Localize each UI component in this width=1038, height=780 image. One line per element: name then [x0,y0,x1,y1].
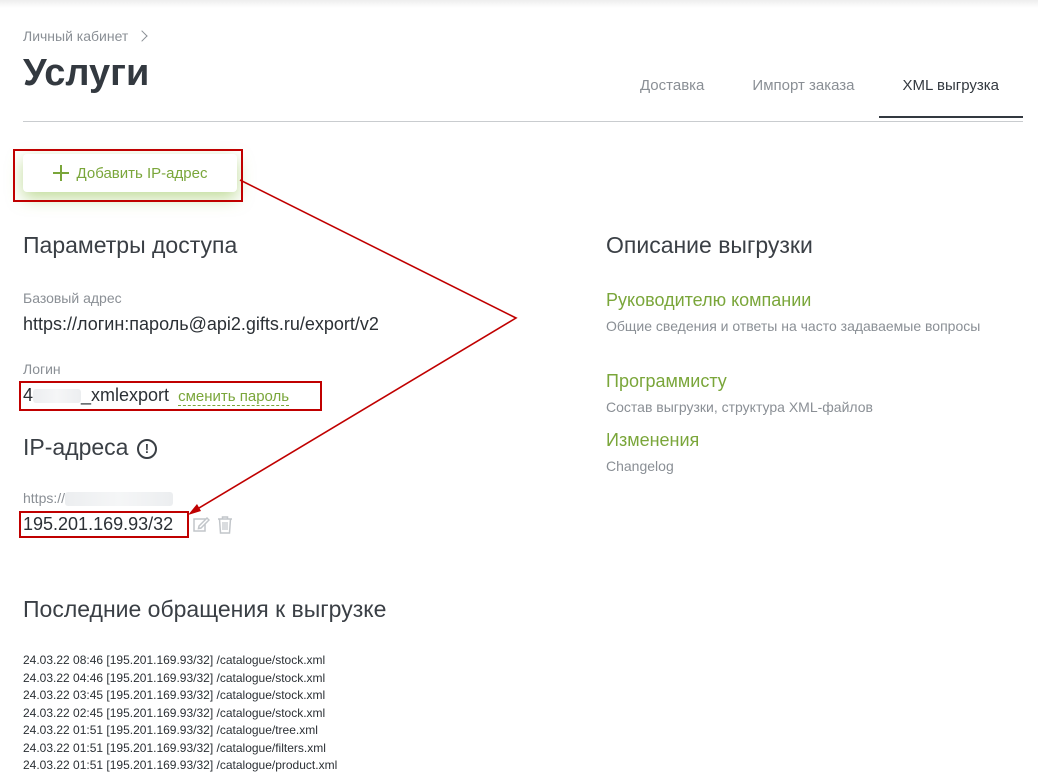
ip-heading: IP-адреса ! [23,434,157,461]
link-changes[interactable]: Изменения [606,430,699,451]
link-programmer[interactable]: Программисту [606,371,727,392]
ip-url: https:// [23,490,174,507]
chevron-right-icon [136,30,148,42]
login-prefix: 4 [23,385,34,405]
add-ip-button-label: Добавить IP-адрес [76,164,208,182]
log-entry: 24.03.22 08:46 [195.201.169.93/32] /cata… [23,653,326,667]
tab-delivery[interactable]: Доставка [616,66,728,118]
ip-heading-label: IP-адреса [23,434,129,460]
base-address-label: Базовый адрес [23,290,122,306]
tab-xml-export[interactable]: XML выгрузка [878,66,1023,118]
link-company-head[interactable]: Руководителю компании [606,290,811,311]
log-entry: 24.03.22 02:45 [195.201.169.93/32] /cata… [23,705,326,720]
programmer-text: Состав выгрузки, структура XML-файлов [606,399,873,415]
access-log: 24.03.22 08:46 [195.201.169.93/32] /cata… [23,652,337,775]
changes-text: Changelog [606,458,674,474]
annotation-arrow-line [193,179,518,512]
description-heading: Описание выгрузки [606,232,813,258]
annotation-arrowhead [188,504,201,515]
top-shadow [0,0,1038,8]
log-entry: 24.03.22 03:45 [195.201.169.93/32] /cata… [23,688,326,702]
company-head-text: Общие сведения и ответы на часто задавае… [606,318,981,334]
base-address-value: https://логин:пароль@api2.gifts.ru/expor… [23,314,379,334]
redacted-url [65,492,174,507]
change-password-link[interactable]: сменить пароль [178,388,290,406]
plus-icon [52,165,69,181]
log-entry: 24.03.22 01:51 [195.201.169.93/32] /cata… [23,723,318,737]
ip-url-prefix: https:// [23,490,66,506]
tab-bar: Доставка Импорт заказа XML выгрузка [616,66,1023,118]
redacted-login [33,389,82,404]
log-entry: 24.03.22 01:51 [195.201.169.93/32] /cata… [23,740,326,755]
access-heading: Параметры доступа [23,232,238,258]
ip-actions [192,515,234,534]
login-label: Логин [23,361,61,377]
log-heading: Последние обращения к выгрузке [23,596,387,622]
login-suffix: _xmlexport [81,385,170,405]
page-title: Услуги [23,52,150,94]
login-value: 4 _xmlexport сменить пароль [23,385,290,406]
info-icon[interactable]: ! [136,438,157,459]
tabs-divider [23,121,1023,122]
log-entry: 24.03.22 04:46 [195.201.169.93/32] /cata… [23,670,326,685]
log-entry: 24.03.22 01:51 [195.201.169.93/32] /cata… [23,758,338,772]
ip-address: 195.201.169.93/32 [23,514,174,534]
add-ip-button[interactable]: Добавить IP-адрес [23,154,237,192]
breadcrumb-label: Личный кабинет [23,28,129,44]
breadcrumb[interactable]: Личный кабинет [23,28,148,44]
trash-icon[interactable] [216,515,234,534]
edit-icon[interactable] [192,515,210,533]
tab-order-import[interactable]: Импорт заказа [728,66,878,118]
